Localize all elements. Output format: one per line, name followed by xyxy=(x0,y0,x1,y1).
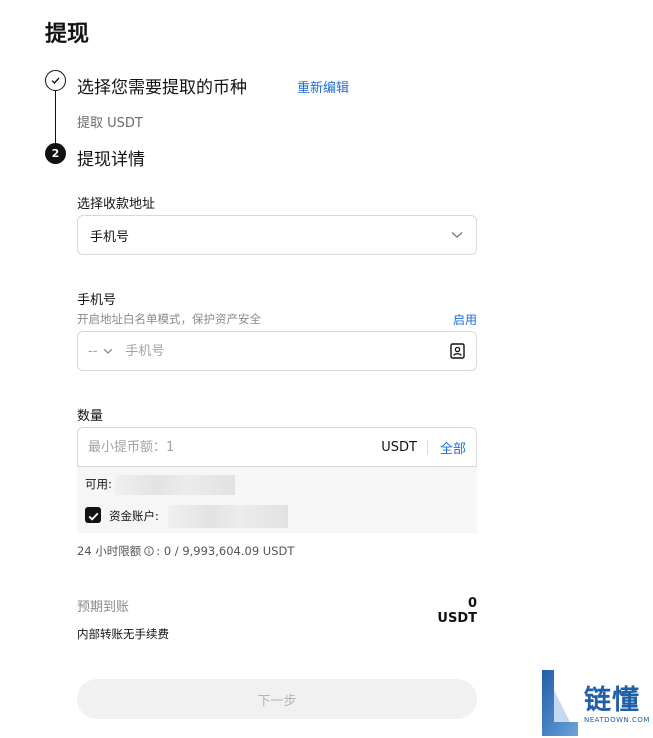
address-select[interactable]: 手机号 xyxy=(77,215,477,255)
stepper-line xyxy=(55,91,56,145)
phone-input[interactable] xyxy=(125,343,448,359)
checkmark-icon xyxy=(88,506,99,525)
step-1-indicator xyxy=(45,70,66,91)
daily-limit-value: : 0 / 9,993,604.09 USDT xyxy=(156,544,295,558)
daily-limit-label: 24 小时限额 xyxy=(77,544,142,558)
page-title: 提现 xyxy=(45,22,90,47)
quantity-label: 数量 xyxy=(77,409,104,424)
step-2-title: 提现详情 xyxy=(77,150,145,170)
step-1-title: 选择您需要提取的币种 xyxy=(77,78,247,98)
available-label: 可用: xyxy=(85,477,112,491)
quantity-field: USDT 全部 xyxy=(77,427,477,467)
info-icon[interactable] xyxy=(143,546,154,557)
withdraw-all-button[interactable]: 全部 xyxy=(428,438,466,457)
next-step-button[interactable]: 下一步 xyxy=(77,679,477,719)
country-code-select[interactable]: -- xyxy=(88,344,113,359)
quantity-input[interactable] xyxy=(88,439,382,455)
fund-account-checkbox[interactable] xyxy=(85,507,101,523)
quantity-unit: USDT xyxy=(381,439,428,455)
whitelist-hint: 开启地址白名单模式，保护资产安全 xyxy=(77,312,261,326)
step-1-subtitle: 提取 USDT xyxy=(77,116,143,131)
fund-account-amount-redacted xyxy=(168,505,288,528)
check-icon xyxy=(50,71,61,90)
reedit-link[interactable]: 重新编辑 xyxy=(297,77,349,96)
phone-field: -- xyxy=(77,331,477,371)
step-2-indicator: 2 xyxy=(45,143,66,164)
address-select-value: 手机号 xyxy=(90,229,130,245)
contact-book-icon[interactable] xyxy=(448,342,466,360)
phone-label: 手机号 xyxy=(77,293,117,308)
watermark-logo-icon xyxy=(540,670,580,736)
chevron-down-icon xyxy=(103,344,113,359)
expected-label: 预期到账 xyxy=(77,600,130,615)
chevron-down-icon xyxy=(450,228,464,242)
whitelist-enable-link[interactable]: 启用 xyxy=(453,311,477,328)
available-amount-redacted xyxy=(115,475,235,495)
address-label: 选择收款地址 xyxy=(77,197,156,212)
daily-limit: 24 小时限额 : 0 / 9,993,604.09 USDT xyxy=(77,543,294,559)
fee-note: 内部转账无手续费 xyxy=(77,627,169,641)
watermark-text: 链懂 xyxy=(584,685,640,716)
expected-value: 0 USDT xyxy=(437,596,477,626)
country-code-value: -- xyxy=(88,343,98,359)
fund-account-label: 资金账户: xyxy=(109,509,159,523)
watermark-domain: NEATDOWN.COM xyxy=(584,716,650,724)
